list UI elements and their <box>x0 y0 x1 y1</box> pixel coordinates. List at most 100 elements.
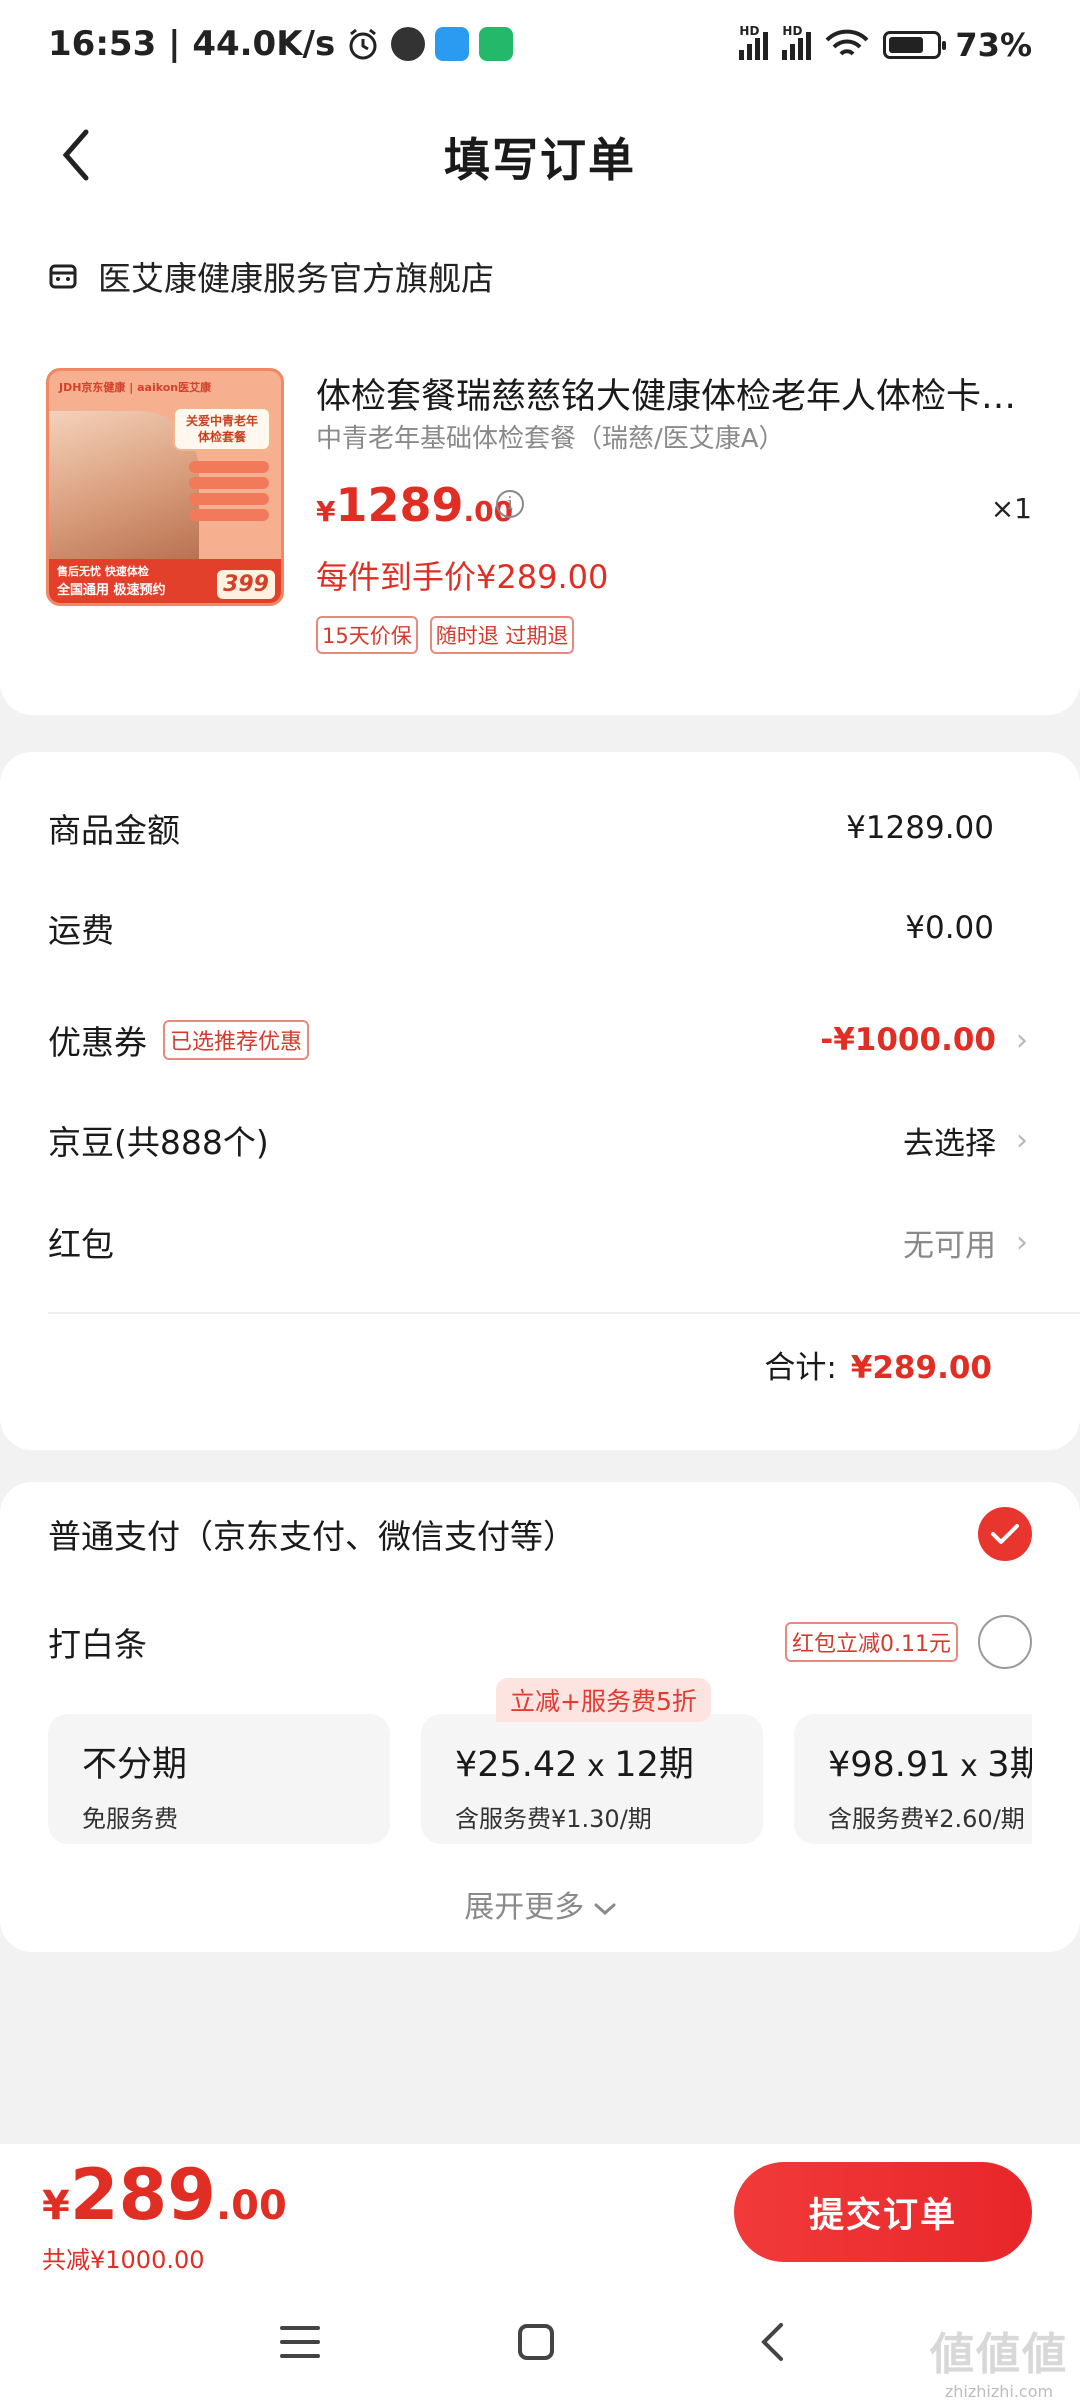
price-currency: ¥ <box>316 495 336 528</box>
pay-baitiao-label: 打白条 <box>48 1625 147 1664</box>
fee-row-coupon[interactable]: 优惠券 已选推荐优惠 -¥1000.00 › <box>48 1010 1032 1070</box>
status-right: HD HD 73% <box>739 24 1032 64</box>
goods-amount-label: 商品金额 <box>48 811 180 850</box>
bottom-price-decimal: .00 <box>215 2183 287 2229</box>
product-image-bubble: 关爱中青老年 体检套餐 <box>173 407 271 451</box>
store-name: 医艾康健康服务官方旗舰店 <box>98 259 494 298</box>
coupon-value: -¥1000.00 <box>820 1022 996 1058</box>
redpacket-value: 无可用 <box>903 1227 996 1264</box>
plan-times: x <box>950 1749 988 1784</box>
status-bar: 16:53 | 44.0K/s HD HD 73% <box>0 0 1080 100</box>
plan-sub: 含服务费¥2.60/期 <box>828 1805 1025 1833</box>
coupon-badge: 已选推荐优惠 <box>163 1020 310 1060</box>
total-value: ¥289.00 <box>850 1350 992 1386</box>
pay-normal-row[interactable]: 普通支付（京东支付、微信支付等） <box>48 1502 1032 1566</box>
watermark: 値値値 zhizhizhi.com <box>930 2318 1068 2400</box>
bottom-saved: 共减¥1000.00 <box>42 2246 205 2274</box>
system-nav-bar <box>0 2284 1080 2400</box>
watermark-text: zhizhizhi.com <box>944 2382 1054 2400</box>
store-row[interactable]: 医艾康健康服务官方旗舰店 <box>48 252 494 300</box>
bottom-order-bar: ¥ 289 .00 共减¥1000.00 提交订单 <box>0 2144 1080 2284</box>
payment-card: 普通支付（京东支付、微信支付等） 打白条 红包立减0.11元 立减+服务费5折 … <box>0 1482 1080 1952</box>
wifi-icon <box>825 29 869 56</box>
store-icon <box>49 264 77 289</box>
nav-bar: 填写订单 <box>0 100 1080 210</box>
plan-sub: 含服务费¥1.30/期 <box>455 1805 652 1833</box>
app-notification-icon <box>391 27 426 61</box>
redpacket-label: 红包 <box>48 1225 114 1264</box>
system-back-button[interactable] <box>742 2312 802 2372</box>
security-notification-icon <box>479 27 514 61</box>
chevron-down-icon <box>594 1903 616 1915</box>
expand-more-label: 展开更多 <box>464 1890 585 1925</box>
hand-price: 每件到手价¥289.00 <box>316 558 609 596</box>
plan-times: x <box>577 1749 615 1784</box>
product-image[interactable]: JDH京东健康 | aaikon医艾康 关爱中青老年 体检套餐 售后无忧 快速体… <box>46 368 284 606</box>
plan-none[interactable]: 不分期 免服务费 <box>48 1714 390 1844</box>
page-title: 填写订单 <box>444 133 636 187</box>
plan-period: 3期 <box>987 1745 1032 1785</box>
pay-baitiao-row[interactable]: 打白条 红包立减0.11元 <box>48 1610 1032 1674</box>
pay-normal-label: 普通支付（京东支付、微信支付等） <box>48 1517 576 1556</box>
tag-refund: 随时退 过期退 <box>429 616 575 654</box>
submit-order-button[interactable]: 提交订单 <box>734 2162 1032 2262</box>
plan-amount: ¥25.42 <box>455 1745 578 1785</box>
product-price: ¥ 1289 .00 <box>316 478 513 532</box>
product-title[interactable]: 体检套餐瑞慈慈铭大健康体检老年人体检卡全国通用 <box>316 368 1036 419</box>
plan-3[interactable]: ¥98.91 x 3期 含服务费¥2.60/期 <box>794 1714 1032 1844</box>
plan-discount-badge: 立减+服务费5折 <box>496 1678 711 1722</box>
plan-period: 12期 <box>614 1745 694 1785</box>
fee-row-jingdou[interactable]: 京豆(共888个) 去选择 › <box>48 1110 1032 1170</box>
product-image-brand: JDH京东健康 | aaikon医艾康 <box>59 381 212 394</box>
expand-more-button[interactable]: 展开更多 <box>0 1882 1080 1926</box>
back-triangle-icon <box>761 2323 783 2361</box>
bottom-total-price: ¥ 289 .00 <box>42 2154 287 2236</box>
shipping-label: 运费 <box>48 911 114 950</box>
battery-icon <box>883 31 947 59</box>
product-subtitle: 中青老年基础体检套餐（瑞慈/医艾康A） <box>316 424 785 454</box>
product-quantity: ×1 <box>990 492 1032 525</box>
home-square-icon <box>518 2324 554 2360</box>
chevron-right-icon: › <box>1016 1022 1028 1058</box>
jingdou-label: 京豆(共888个) <box>48 1123 269 1162</box>
home-button[interactable] <box>506 2312 566 2372</box>
price-integer: 1289 <box>335 478 464 532</box>
battery-percent: 73% <box>955 26 1032 64</box>
fees-card: 商品金额 ¥1289.00 运费 ¥0.00 优惠券 已选推荐优惠 -¥1000… <box>0 752 1080 1450</box>
signal-hd-icon: HD <box>739 24 769 60</box>
service-tags: 15天价保 随时退 过期退 <box>316 616 575 654</box>
fee-row-redpacket[interactable]: 红包 无可用 › <box>48 1212 1032 1272</box>
baitiao-badge: 红包立减0.11元 <box>785 1622 958 1662</box>
plan-12[interactable]: ¥25.42 x 12期 含服务费¥1.30/期 <box>421 1714 763 1844</box>
coupon-label: 优惠券 <box>48 1023 147 1062</box>
bottom-price-currency: ¥ <box>42 2183 70 2229</box>
info-icon[interactable]: i <box>496 490 524 518</box>
menu-icon <box>280 2326 320 2358</box>
plan-main: ¥98.91 x 3期 <box>828 1736 1032 1787</box>
plan-main: ¥25.42 x 12期 <box>455 1736 729 1787</box>
status-time: 16:53 | 44.0K/s <box>48 24 336 64</box>
checkmark-icon <box>991 1524 1019 1544</box>
signal-hd-icon-2: HD <box>782 24 812 60</box>
pay-baitiao-radio[interactable] <box>978 1615 1032 1669</box>
tag-price-protect: 15天价保 <box>316 616 418 654</box>
battery-fill <box>889 37 923 53</box>
plan-amount: ¥98.91 <box>828 1745 951 1785</box>
recents-button[interactable] <box>270 2312 330 2372</box>
fee-row-goods: 商品金额 ¥1289.00 <box>48 798 1032 858</box>
alarm-icon <box>349 28 377 60</box>
total-row: 合计: ¥289.00 <box>764 1342 992 1387</box>
plan-sub: 免服务费 <box>82 1805 178 1833</box>
watermark-logo: 値値値 <box>930 2329 1068 2380</box>
bottom-price-integer: 289 <box>69 2154 216 2236</box>
jingdou-value: 去选择 <box>903 1125 996 1162</box>
product-image-tags <box>189 461 269 525</box>
chevron-right-icon: › <box>1016 1224 1028 1260</box>
shipping-value: ¥0.00 <box>905 910 994 946</box>
installment-plans: 不分期 免服务费 ¥25.42 x 12期 含服务费¥1.30/期 ¥98.91… <box>48 1714 1032 1846</box>
status-left: 16:53 | 44.0K/s <box>48 24 514 64</box>
divider <box>48 1312 1080 1314</box>
chevron-right-icon: › <box>1016 1122 1028 1158</box>
pay-normal-radio[interactable] <box>978 1507 1032 1561</box>
goods-amount-value: ¥1289.00 <box>846 810 994 846</box>
